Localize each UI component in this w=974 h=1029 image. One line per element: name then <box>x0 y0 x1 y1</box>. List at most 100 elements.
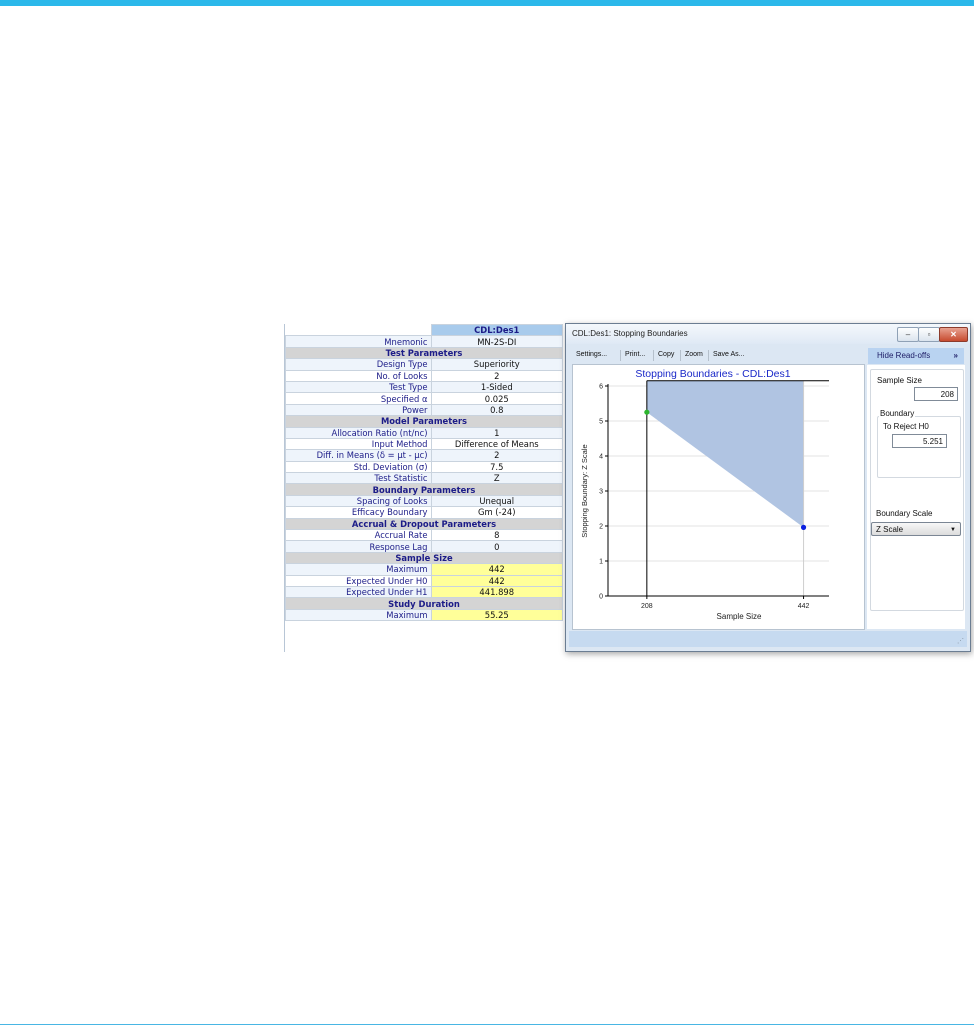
double-chevron-right-icon: » <box>953 351 958 360</box>
top-accent-bar <box>0 0 974 6</box>
parameter-label: Std. Deviation (σ) <box>285 460 432 474</box>
parameter-value[interactable]: 7.5 <box>430 460 563 474</box>
reject-h0-boundary-field[interactable]: 5.251 <box>892 434 947 448</box>
section-title: Accrual & Dropout Parameters <box>285 517 563 531</box>
table-section-header: Boundary Parameters <box>285 483 563 496</box>
parameter-label: Test Statistic <box>285 472 432 485</box>
y-tick-label: 0 <box>599 594 603 601</box>
boundary-point[interactable] <box>800 524 807 530</box>
save-as-button[interactable]: Save As... <box>713 351 745 358</box>
section-title: Test Parameters <box>285 346 563 360</box>
maximize-icon[interactable]: ▫ <box>918 327 940 342</box>
rejection-region <box>646 380 804 528</box>
table-header-row: CDL:Des1 <box>285 323 563 337</box>
chevron-down-icon: ▼ <box>950 527 956 533</box>
zoom-button[interactable]: Zoom <box>685 351 703 358</box>
parameter-value[interactable]: 0 <box>430 540 563 553</box>
readoffs-panel: Sample Size 208 Boundary To Reject H0 5.… <box>867 365 965 629</box>
toolbar-divider <box>708 350 709 361</box>
table-row[interactable]: Diff. in Means (δ = μt - μc) 2 <box>285 449 563 462</box>
parameter-value[interactable]: 0.025 <box>430 392 563 405</box>
parameter-label: Response Lag <box>285 540 432 553</box>
parameter-value[interactable]: 441.898 <box>430 585 563 599</box>
minimize-icon[interactable]: – <box>897 327 919 342</box>
table-row[interactable]: Efficacy Boundary Gm (-24) <box>285 506 563 519</box>
parameter-value[interactable]: 2 <box>430 369 563 382</box>
y-tick-label: 2 <box>599 524 603 531</box>
window-title: CDL:Des1: Stopping Boundaries <box>572 329 688 338</box>
chart-area: 0 1 2 3 4 5 6 208 442 Stopping Boundaries - CDL:D… <box>572 364 865 630</box>
hide-readoffs-button[interactable]: Hide Read-offs » <box>868 348 964 364</box>
close-icon[interactable]: ✕ <box>939 327 968 342</box>
parameter-label: Mnemonic <box>285 335 432 348</box>
table-row[interactable]: Spacing of Looks Unequal <box>285 494 563 508</box>
parameter-value[interactable]: 0.8 <box>430 403 563 417</box>
table-row[interactable]: Test Type 1-Sided <box>285 380 563 394</box>
parameter-value[interactable]: Gm (-24) <box>430 506 563 519</box>
parameter-label: Power <box>285 403 432 417</box>
table-section-header: Model Parameters <box>285 415 563 428</box>
table-row[interactable]: Expected Under H0 442 <box>285 574 563 588</box>
sample-size-label: Sample Size <box>877 376 922 385</box>
table-row[interactable]: Maximum 442 <box>285 563 563 576</box>
chart-title: Stopping Boundaries - CDL:Des1 <box>635 368 790 380</box>
parameter-label: Design Type <box>285 358 432 371</box>
settings-button[interactable]: Settings... <box>576 351 607 358</box>
parameter-label: Diff. in Means (δ = μt - μc) <box>285 449 432 462</box>
parameter-value[interactable]: Superiority <box>430 358 563 371</box>
resize-grip-icon[interactable]: ⋰ <box>957 637 964 645</box>
y-tick-label: 3 <box>599 489 603 496</box>
table-row[interactable]: Allocation Ratio (nt/nc) 1 <box>285 426 563 439</box>
parameter-value[interactable]: 442 <box>430 563 563 576</box>
table-row[interactable]: Std. Deviation (σ) 7.5 <box>285 460 563 474</box>
sample-size-field[interactable]: 208 <box>914 387 958 401</box>
table-row[interactable]: Input Method Difference of Means <box>285 437 563 451</box>
parameter-value[interactable]: Unequal <box>430 494 563 508</box>
parameter-value[interactable]: 2 <box>430 449 563 462</box>
y-tick-label: 5 <box>599 419 603 426</box>
y-tick-label: 4 <box>599 454 603 461</box>
table-row[interactable]: Maximum 55.25 <box>285 608 563 622</box>
design-table-grid: CDL:Des1 Mnemonic MN-2S-DI Test Parameters… <box>285 323 563 622</box>
table-row[interactable]: Test Statistic Z <box>285 472 563 485</box>
table-row[interactable]: Response Lag 0 <box>285 540 563 553</box>
x-tick-label: 442 <box>798 603 810 610</box>
print-button[interactable]: Print... <box>625 351 645 358</box>
toolbar-divider <box>620 350 621 361</box>
parameter-label: Efficacy Boundary <box>285 506 432 519</box>
bottom-divider <box>0 1024 974 1025</box>
table-row[interactable]: Accrual Rate 8 <box>285 529 563 542</box>
readoffs-group <box>870 369 964 611</box>
table-row[interactable]: Design Type Superiority <box>285 358 563 371</box>
y-axis-title: Stopping Boundary: Z Scale <box>580 444 589 537</box>
table-row[interactable]: Specified α 0.025 <box>285 392 563 405</box>
toolbar-divider <box>653 350 654 361</box>
toolbar-divider <box>680 350 681 361</box>
header-blank-cell <box>285 324 431 336</box>
boundary-scale-select[interactable]: Z Scale ▼ <box>871 522 961 536</box>
table-row[interactable]: No. of Looks 2 <box>285 369 563 382</box>
parameter-label: Input Method <box>285 437 432 451</box>
parameter-value[interactable]: 442 <box>430 574 563 588</box>
parameter-value[interactable]: 1 <box>430 426 563 439</box>
design-column-header[interactable]: CDL:Des1 <box>430 323 563 337</box>
parameter-value[interactable]: 55.25 <box>430 608 563 622</box>
parameter-value[interactable]: 8 <box>430 529 563 542</box>
table-row[interactable]: Mnemonic MN-2S-DI <box>285 335 563 348</box>
copy-button[interactable]: Copy <box>658 351 674 358</box>
parameter-label: Test Type <box>285 380 432 394</box>
y-tick-label: 1 <box>599 559 603 566</box>
parameter-label: Allocation Ratio (nt/nc) <box>285 426 432 439</box>
parameter-value[interactable]: MN-2S-DI <box>430 335 563 348</box>
boundary-point[interactable] <box>644 409 650 415</box>
table-row[interactable]: Expected Under H1 441.898 <box>285 585 563 599</box>
window-titlebar[interactable]: CDL:Des1: Stopping Boundaries – ▫ ✕ <box>566 324 970 344</box>
parameter-label: Accrual Rate <box>285 529 432 542</box>
table-section-header: Sample Size <box>285 551 563 565</box>
boundary-scale-label: Boundary Scale <box>876 509 933 518</box>
parameter-value[interactable]: 1-Sided <box>430 380 563 394</box>
boundary-scale-value: Z Scale <box>876 525 904 534</box>
parameter-value[interactable]: Difference of Means <box>430 437 563 451</box>
table-row[interactable]: Power 0.8 <box>285 403 563 417</box>
parameter-value[interactable]: Z <box>430 472 563 485</box>
